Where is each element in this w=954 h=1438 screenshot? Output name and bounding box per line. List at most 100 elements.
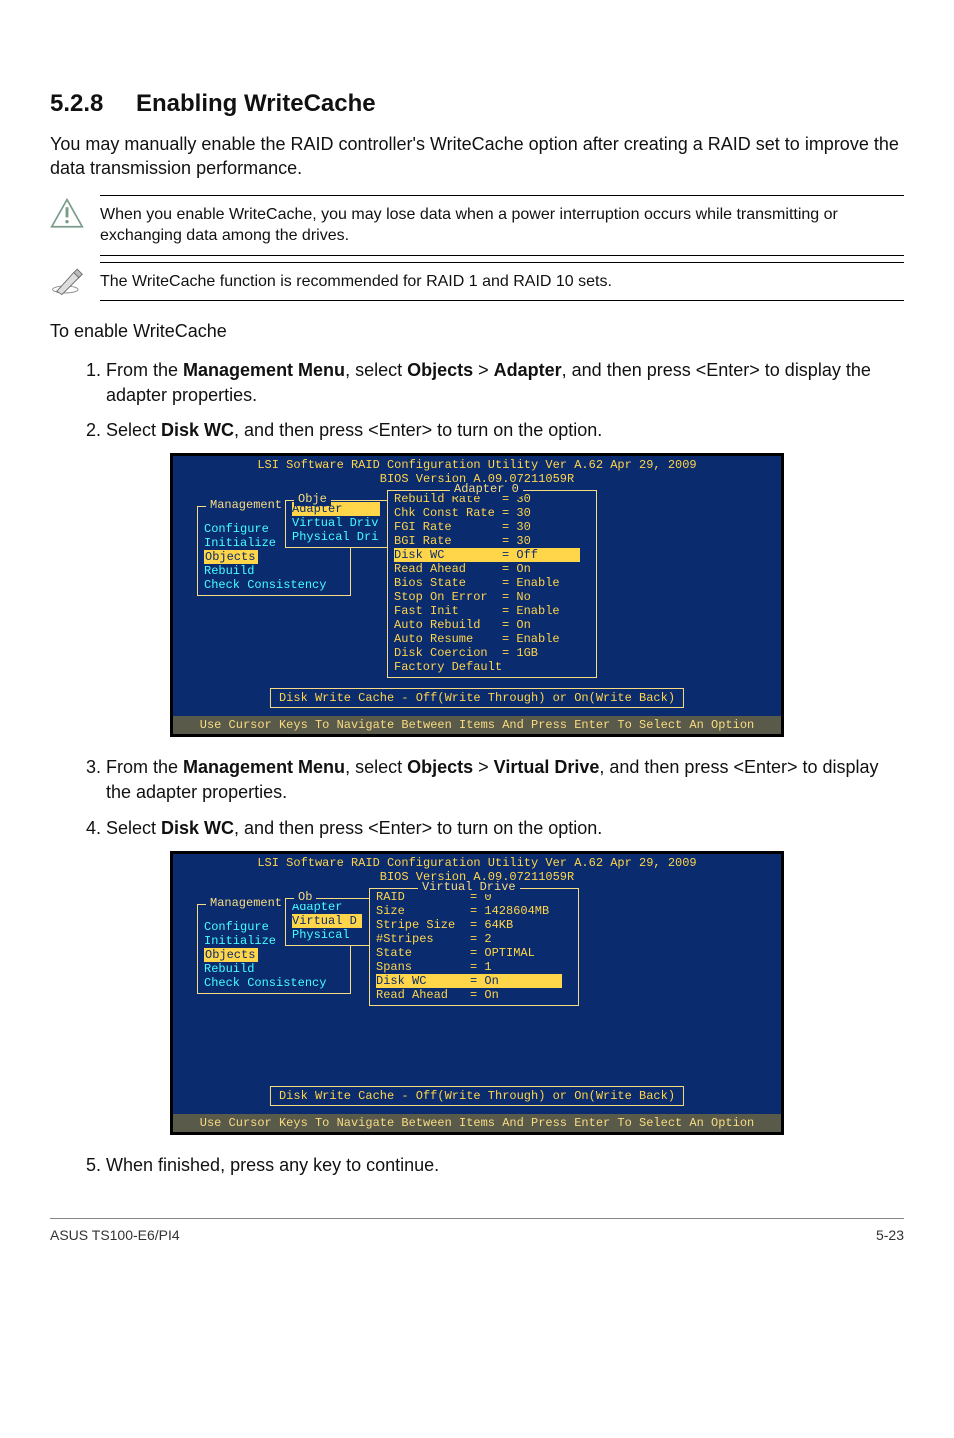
info-text-wrap: The WriteCache function is recommended f… (100, 262, 904, 302)
adapter0-row: Chk Const Rate= 30 (394, 506, 590, 520)
section-number: 5.2.8 (50, 90, 136, 118)
adapter0-value: = Enable (502, 604, 560, 618)
adapter0-row: Auto Resume= Enable (394, 632, 590, 646)
note-pencil-icon (50, 264, 84, 298)
adapter0-key: Disk Coercion (394, 646, 502, 660)
adapter0-value: = 30 (502, 506, 531, 520)
info-note: The WriteCache function is recommended f… (50, 262, 904, 302)
adapter0-row: Disk Coercion= 1GB (394, 646, 590, 660)
mgmt-item-check: Check Consistency (204, 578, 344, 592)
section-title: Enabling WriteCache (136, 90, 376, 117)
bios-screenshot-virtualdrive: LSI Software RAID Configuration Utility … (170, 851, 784, 1135)
adapter0-panel: Adapter 0 Rebuild Rate= 30Chk Const Rate… (387, 490, 597, 678)
step-3: From the Management Menu, select Objects… (106, 755, 904, 805)
info-text: The WriteCache function is recommended f… (100, 271, 904, 293)
adapter0-key: Factory Default (394, 660, 502, 674)
mgmt-item-rebuild: Rebuild (204, 564, 344, 578)
bios-footer: Use Cursor Keys To Navigate Between Item… (173, 716, 781, 734)
bios-body: Management Configure Initialize Objects … (173, 488, 781, 716)
vd-value: = 2 (470, 932, 492, 946)
adapter0-row: Auto Rebuild= On (394, 618, 590, 632)
management-menu-label-2: Management (206, 896, 286, 910)
bios-screenshot-adapter: LSI Software RAID Configuration Utility … (170, 453, 784, 737)
adapter0-key: BGI Rate (394, 534, 502, 548)
adapter0-key: Disk WC (394, 548, 502, 562)
mgmt-item-objects-selected: Objects (204, 550, 258, 564)
objects-submenu-panel: Obje Adapter Virtual Driv Physical Dri (285, 500, 391, 548)
vd-key: #Stripes (376, 932, 470, 946)
bios-hint: Disk Write Cache - Off(Write Through) or… (270, 688, 684, 708)
adapter0-key: Stop On Error (394, 590, 502, 604)
vd-row: Read Ahead= On (376, 988, 572, 1002)
virtualdrive-panel: Virtual Drive RAID= 0Size= 1428604MBStri… (369, 888, 579, 1006)
vd-value: = On (470, 988, 499, 1002)
steps-list-a: From the Management Menu, select Objects… (50, 358, 904, 444)
objects-item-physical: Physical Dri (292, 530, 384, 544)
adapter0-row: Read Ahead= On (394, 562, 590, 576)
page-footer-bar: ASUS TS100-E6/PI4 5-23 (50, 1218, 904, 1243)
vd-key: Disk WC (376, 974, 470, 988)
objects-item-virtual: Virtual Driv (292, 516, 384, 530)
vd-row: #Stripes= 2 (376, 932, 572, 946)
adapter0-value: = On (502, 618, 531, 632)
adapter0-key: FGI Rate (394, 520, 502, 534)
footer-left: ASUS TS100-E6/PI4 (50, 1227, 180, 1243)
mgmt2-item-check: Check Consistency (204, 976, 344, 990)
vd-row: Spans= 1 (376, 960, 572, 974)
bios-title2-line1: LSI Software RAID Configuration Utility … (173, 856, 781, 870)
caution-icon (50, 197, 84, 231)
steps-list-c: When finished, press any key to continue… (50, 1153, 904, 1178)
adapter0-value: = Off (502, 548, 538, 562)
vd-key: Stripe Size (376, 918, 470, 932)
adapter0-value: = Enable (502, 632, 560, 646)
adapter0-key: Auto Resume (394, 632, 502, 646)
caution-text: When you enable WriteCache, you may lose… (100, 204, 904, 247)
virtualdrive-label: Virtual Drive (418, 880, 520, 894)
subheading: To enable WriteCache (50, 319, 904, 343)
step-4: Select Disk WC, and then press <Enter> t… (106, 816, 904, 841)
vd-key: Read Ahead (376, 988, 470, 1002)
adapter0-key: Chk Const Rate (394, 506, 502, 520)
bios-title-line1: LSI Software RAID Configuration Utility … (173, 458, 781, 472)
adapter0-key: Read Ahead (394, 562, 502, 576)
adapter0-key: Fast Init (394, 604, 502, 618)
bios-body-2: Management Configure Initialize Objects … (173, 886, 781, 1114)
management-menu-label: Management (206, 498, 286, 512)
adapter0-label: Adapter 0 (450, 482, 523, 496)
adapter0-row: FGI Rate= 30 (394, 520, 590, 534)
vd-row: State= OPTIMAL (376, 946, 572, 960)
adapter0-value: = 30 (502, 534, 531, 548)
objects-submenu-label: Obje (294, 492, 331, 506)
vd-value: = 1428604MB (470, 904, 549, 918)
adapter0-row: Stop On Error= No (394, 590, 590, 604)
adapter0-row: Disk WC= Off (394, 548, 590, 562)
vd-value: = 64KB (470, 918, 513, 932)
objects2-item-virtual-selected: Virtual D (292, 914, 362, 928)
bios-footer-2: Use Cursor Keys To Navigate Between Item… (173, 1114, 781, 1132)
vd-key: Size (376, 904, 470, 918)
adapter0-row: Factory Default (394, 660, 590, 674)
bios-hint-2: Disk Write Cache - Off(Write Through) or… (270, 1086, 684, 1106)
objects2-item-physical: Physical (292, 928, 366, 942)
vd-value: = OPTIMAL (470, 946, 535, 960)
section-heading: 5.2.8Enabling WriteCache (50, 90, 904, 118)
vd-value: = 1 (470, 960, 492, 974)
vd-row: Stripe Size= 64KB (376, 918, 572, 932)
adapter0-value: = Enable (502, 576, 560, 590)
adapter0-key: Bios State (394, 576, 502, 590)
footer-right: 5-23 (876, 1227, 904, 1243)
step-5: When finished, press any key to continue… (106, 1153, 904, 1178)
step-2: Select Disk WC, and then press <Enter> t… (106, 418, 904, 443)
adapter0-value: = No (502, 590, 531, 604)
vd-key: Spans (376, 960, 470, 974)
mgmt2-item-objects-selected: Objects (204, 948, 258, 962)
intro-paragraph: You may manually enable the RAID control… (50, 132, 904, 181)
adapter0-value: = 30 (502, 520, 531, 534)
steps-list-b: From the Management Menu, select Objects… (50, 755, 904, 841)
caution-text-wrap: When you enable WriteCache, you may lose… (100, 195, 904, 256)
vd-row: Disk WC= On (376, 974, 572, 988)
vd-key: State (376, 946, 470, 960)
vd-row: Size= 1428604MB (376, 904, 572, 918)
adapter0-row: Fast Init= Enable (394, 604, 590, 618)
step-1: From the Management Menu, select Objects… (106, 358, 904, 408)
